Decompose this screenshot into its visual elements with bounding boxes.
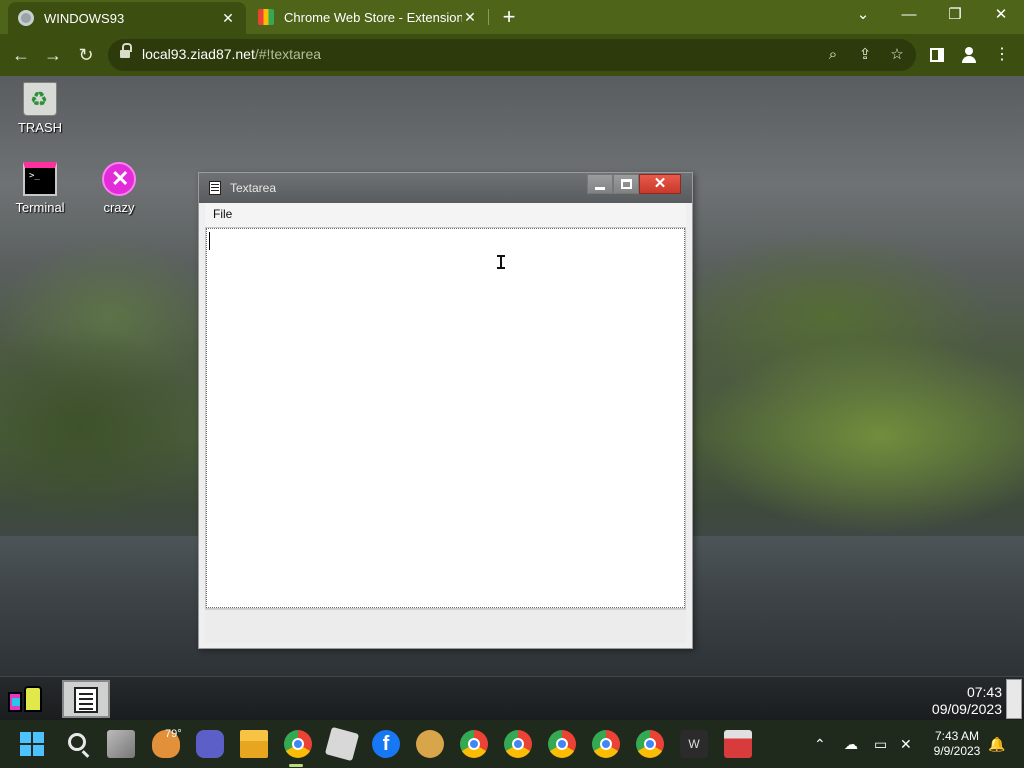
chrome-profile-icon[interactable] [460, 730, 488, 758]
window-close-button[interactable]: ✕ [639, 174, 681, 194]
text-caret [209, 232, 210, 250]
lock-icon[interactable] [120, 43, 132, 60]
browser-toolbar: ← → ↻ local93.ziad87.net/#!textarea ⌕ ⇪ … [0, 34, 1024, 76]
active-app-indicator [289, 764, 303, 767]
tab-title: Chrome Web Store - Extensions [284, 9, 462, 25]
url-path: /#!textarea [254, 46, 322, 62]
chrome-web-store-icon [258, 9, 274, 25]
restore-window-button[interactable]: ❐ [932, 0, 978, 34]
show-hidden-icons-chevron-icon[interactable]: ⌃ [814, 736, 826, 753]
window-statusbar [205, 609, 686, 643]
share-icon[interactable]: ⇪ [854, 44, 876, 66]
teams-chat-icon[interactable] [196, 730, 224, 758]
crazy-icon [102, 162, 136, 196]
textarea-window[interactable]: Textarea ✕ File [198, 172, 693, 649]
windows-start-icon[interactable] [18, 730, 46, 758]
chrome-profile-icon[interactable] [548, 730, 576, 758]
browser-tab-strip: WINDOWS93 ✕ Chrome Web Store - Extension… [0, 0, 1024, 34]
close-window-button[interactable]: ✕ [978, 0, 1024, 34]
chrome-icon[interactable] [284, 730, 312, 758]
back-button[interactable]: ← [8, 42, 34, 68]
reload-button[interactable]: ↻ [73, 42, 99, 68]
desktop-icon-terminal[interactable]: Terminal [0, 162, 80, 215]
window-minimize-button[interactable] [587, 174, 613, 194]
start-logo-part [12, 698, 20, 706]
text-editor-area[interactable] [205, 227, 686, 609]
minimize-window-button[interactable]: — [886, 0, 932, 34]
weather-temperature: 79° [165, 728, 182, 740]
globe-icon [18, 10, 34, 26]
volume-muted-icon[interactable]: ✕ [900, 736, 912, 753]
tab-search-icon[interactable]: ⌄ [840, 0, 886, 34]
desktop-icon-crazy[interactable]: crazy [79, 162, 159, 215]
windows93-taskbar: 07:43 09/09/2023 [0, 676, 1024, 720]
new-tab-button[interactable]: + [498, 5, 520, 29]
tab-windows93[interactable]: WINDOWS93 ✕ [8, 2, 246, 34]
chrome-profile-icon[interactable] [504, 730, 532, 758]
clock-date: 09/09/2023 [931, 701, 1002, 717]
tab-close-icon[interactable]: ✕ [220, 10, 236, 27]
window-title: Textarea [230, 181, 277, 195]
ibeam-cursor-icon [497, 255, 505, 269]
address-url[interactable]: local93.ziad87.net/#!textarea [142, 46, 321, 62]
notepad-icon [209, 181, 221, 195]
desktop-icon-trash[interactable]: TRASH [0, 82, 80, 135]
doge-icon[interactable] [416, 730, 444, 758]
word-app-icon[interactable]: W [680, 730, 708, 758]
system-clock-date: 9/9/2023 [933, 744, 981, 758]
minimize-icon [595, 187, 605, 190]
chrome-profile-icon[interactable] [592, 730, 620, 758]
terminal-icon [23, 162, 57, 196]
menu-kebab-icon[interactable]: ⋮ [989, 42, 1015, 68]
zoom-icon[interactable]: ⌕ [822, 44, 844, 66]
clock-time: 07:43 [966, 684, 1002, 700]
chrome-profile-icon[interactable] [636, 730, 664, 758]
store-icon[interactable] [724, 730, 752, 758]
desktop-icon-label: Terminal [15, 200, 65, 215]
file-explorer-icon[interactable] [240, 730, 268, 758]
task-view-icon[interactable] [107, 730, 135, 758]
window-maximize-button[interactable] [613, 174, 639, 194]
trash-icon [23, 82, 57, 116]
windows-taskbar: f W [0, 720, 1024, 768]
windows93-desktop: TRASH Terminal crazy Textarea ✕ File [0, 76, 1024, 676]
onedrive-icon[interactable]: ☁ [844, 736, 858, 753]
window-titlebar[interactable]: Textarea ✕ [199, 173, 692, 203]
roblox-icon[interactable] [324, 726, 360, 762]
url-host: local93.ziad87.net [142, 46, 255, 62]
system-clock[interactable]: 7:43 AM 9/9/2023 [922, 729, 992, 759]
start-logo-part [24, 686, 42, 712]
desktop-icon-label: crazy [103, 200, 135, 215]
tab-close-icon[interactable]: ✕ [462, 9, 478, 26]
tab-separator [488, 9, 489, 25]
scrollbar-thumb[interactable] [1006, 679, 1022, 719]
notepad-icon [74, 687, 98, 713]
maximize-icon [621, 179, 632, 189]
menu-file[interactable]: File [213, 207, 232, 221]
search-icon[interactable] [62, 730, 90, 758]
bookmark-star-icon[interactable]: ☆ [886, 44, 908, 66]
address-bar[interactable]: local93.ziad87.net/#!textarea ⌕ ⇪ ☆ [108, 39, 916, 71]
desktop-icon-label: TRASH [17, 120, 63, 135]
window-menubar: File [205, 203, 686, 227]
windows93-start-button[interactable] [6, 684, 46, 714]
side-panel-icon[interactable] [930, 48, 944, 62]
taskbar-item-textarea[interactable] [62, 680, 110, 718]
tab-chrome-web-store[interactable]: Chrome Web Store - Extensions ✕ [248, 0, 488, 34]
system-clock-time: 7:43 AM [934, 729, 980, 743]
profile-icon[interactable] [961, 47, 977, 63]
forward-button[interactable]: → [40, 42, 66, 68]
notification-bell-icon[interactable]: 🔔 [988, 736, 1005, 753]
tab-title: WINDOWS93 [44, 10, 125, 26]
windows93-clock: 07:43 09/09/2023 [932, 684, 1002, 718]
facebook-icon[interactable]: f [372, 730, 400, 758]
network-icon[interactable]: ▭ [874, 736, 887, 753]
